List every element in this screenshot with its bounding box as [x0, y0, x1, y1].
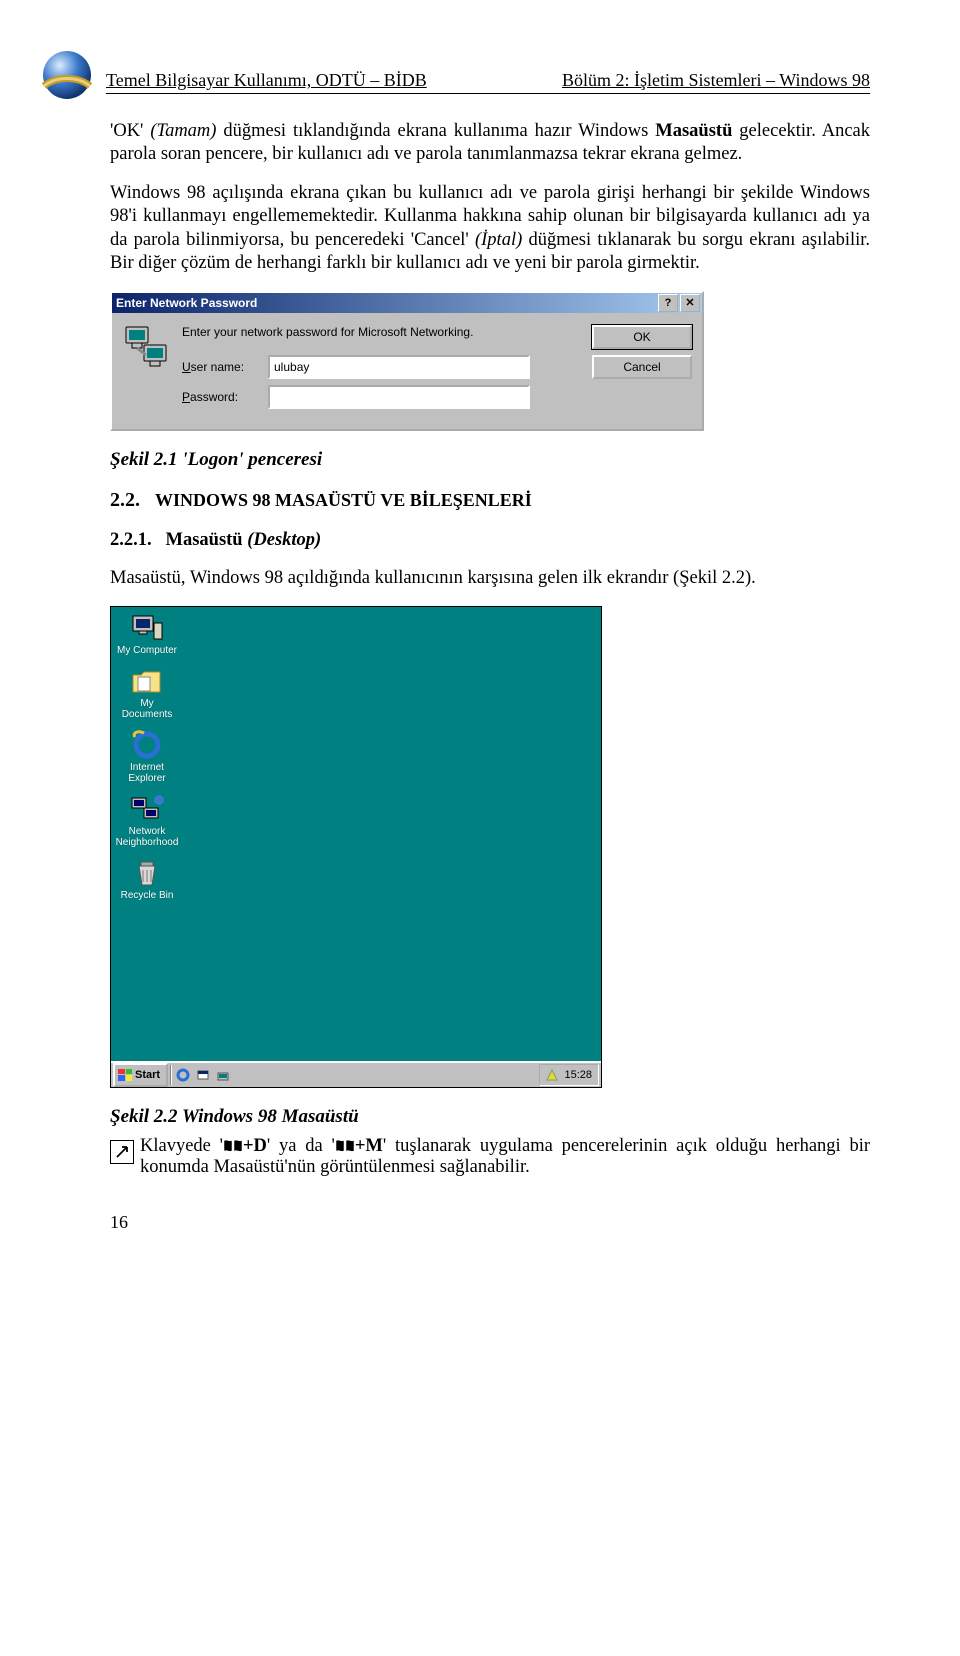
network-icon — [130, 794, 164, 824]
desktop-icons-area: My Computer My Documents Internet Explor… — [111, 607, 601, 917]
dialog-message: Enter your network password for Microsof… — [182, 325, 582, 339]
paragraph-1: 'OK' (Tamam) düğmesi tıklandığında ekran… — [110, 120, 870, 166]
taskbar[interactable]: Start 15:28 — [111, 1061, 601, 1087]
start-button[interactable]: Start — [113, 1063, 168, 1087]
desktop-icon-my-documents[interactable]: My Documents — [115, 666, 179, 720]
section-2-2-heading: 2.2. WINDOWS 98 MASAÜSTÜ VE BİLEŞENLERİ — [110, 489, 870, 512]
desktop-icon-label: Internet Explorer — [115, 762, 179, 784]
page-header: Temel Bilgisayar Kullanımı, ODTÜ – BİDB … — [110, 60, 870, 104]
quick-launch-icon[interactable] — [174, 1066, 192, 1084]
username-input[interactable] — [268, 355, 530, 379]
password-label: Password: — [182, 390, 268, 404]
taskbar-clock: 15:28 — [564, 1069, 592, 1081]
logon-dialog: Enter Network Password ? ✕ Enter your ne… — [110, 291, 704, 431]
ok-button[interactable]: OK — [592, 325, 692, 349]
quick-launch — [174, 1066, 232, 1084]
desktop-icon-label: My Computer — [115, 645, 179, 656]
tip-arrow-icon — [110, 1140, 134, 1164]
my-documents-icon — [130, 666, 164, 696]
windows-key-icon — [335, 1137, 355, 1156]
quick-launch-icon[interactable] — [194, 1066, 212, 1084]
desktop-icon-label: My Documents — [115, 698, 179, 720]
quick-launch-icon[interactable] — [214, 1066, 232, 1084]
network-icon — [122, 325, 172, 415]
help-button[interactable]: ? — [658, 294, 678, 312]
system-tray[interactable]: 15:28 — [539, 1064, 599, 1086]
desktop-icon-internet-explorer[interactable]: Internet Explorer — [115, 730, 179, 784]
desktop-icon-recycle-bin[interactable]: Recycle Bin — [115, 858, 179, 901]
figure-caption-2: Şekil 2.2 Windows 98 Masaüstü — [110, 1106, 870, 1128]
tip-note: Klavyede '+D' ya da '+M' tuşlanarak uygu… — [110, 1136, 870, 1178]
paragraph-2: Windows 98 açılışında ekrana çıkan bu ku… — [110, 182, 870, 275]
page-number: 16 — [110, 1212, 870, 1233]
header-left: Temel Bilgisayar Kullanımı, ODTÜ – BİDB — [106, 70, 427, 91]
tray-icon — [546, 1069, 558, 1081]
internet-explorer-icon — [130, 730, 164, 760]
header-right: Bölüm 2: İşletim Sistemleri – Windows 98 — [562, 70, 870, 91]
figure-caption-1: Şekil 2.1 'Logon' penceresi — [110, 449, 870, 471]
windows-flag-icon — [118, 1069, 132, 1081]
my-computer-icon — [130, 613, 164, 643]
desktop-icon-my-computer[interactable]: My Computer — [115, 613, 179, 656]
windows-desktop: My Computer My Documents Internet Explor… — [110, 606, 602, 1088]
taskbar-separator — [170, 1065, 172, 1085]
desktop-icon-network-neighborhood[interactable]: Network Neighborhood — [115, 794, 179, 848]
recycle-bin-icon — [130, 858, 164, 888]
password-input[interactable] — [268, 385, 530, 409]
header-logo-icon — [38, 46, 96, 104]
dialog-titlebar[interactable]: Enter Network Password ? ✕ — [112, 293, 702, 313]
windows-key-icon — [223, 1137, 243, 1156]
desktop-icon-label: Network Neighborhood — [115, 826, 179, 848]
cancel-button[interactable]: Cancel — [592, 355, 692, 379]
dialog-title: Enter Network Password — [116, 296, 257, 310]
start-label: Start — [135, 1069, 160, 1081]
paragraph-3: Masaüstü, Windows 98 açıldığında kullanı… — [110, 567, 870, 590]
close-button[interactable]: ✕ — [680, 294, 700, 312]
section-2-2-1-heading: 2.2.1. Masaüstü (Desktop) — [110, 530, 870, 551]
desktop-icon-label: Recycle Bin — [115, 890, 179, 901]
username-label: User name: — [182, 360, 268, 374]
